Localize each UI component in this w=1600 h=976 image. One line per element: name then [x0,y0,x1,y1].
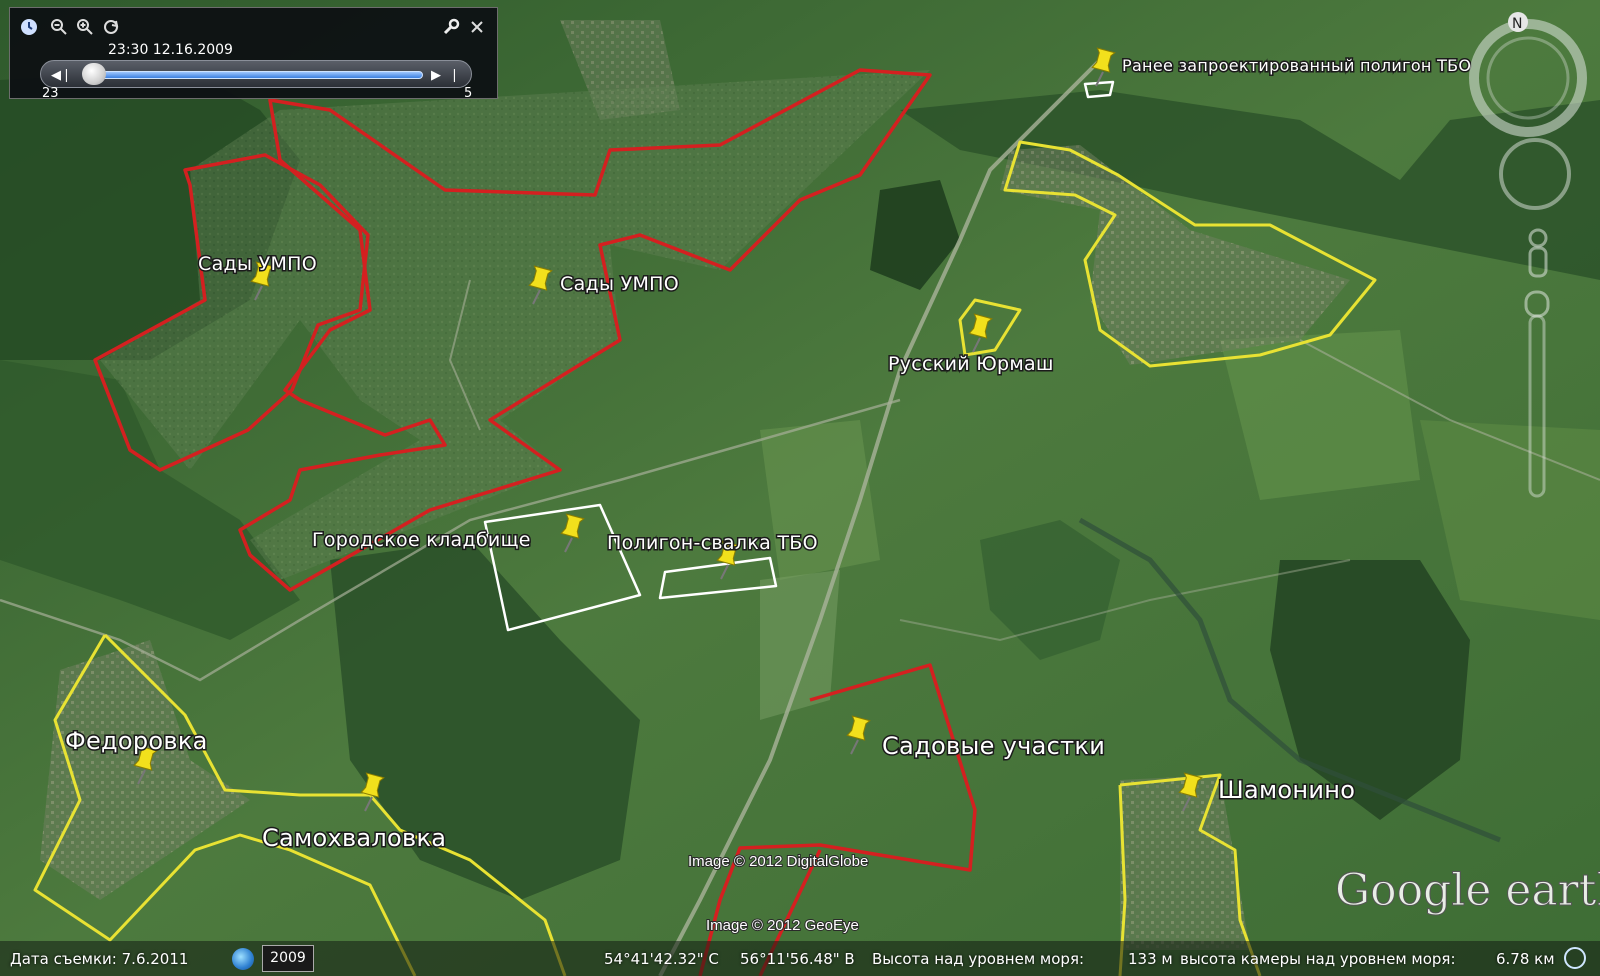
play-end-icon[interactable]: ❘ [449,67,460,83]
label-fedorovka[interactable]: Федоровка [64,726,209,757]
close-icon[interactable] [466,16,488,38]
elevation-label: Высота над уровнем моря: [872,950,1085,968]
satellite-map[interactable]: Сады УМПО Сады УМПО Русский Юрмаш Ранее … [0,0,1600,976]
eye-altitude-label: высота камеры над уровнем моря: [1180,950,1456,968]
zoom-in-icon[interactable] [74,16,96,38]
credit-geoeye: Image © 2012 GeoEye [706,917,859,934]
time-range-bar[interactable] [101,71,423,79]
label-sady-umpo-center[interactable]: Сады УМПО [559,272,681,297]
eye-altitude-value: 6.78 км [1496,950,1555,968]
historical-imagery-icon[interactable] [232,948,254,970]
step-back-icon[interactable]: ◀❘ [51,67,72,83]
clock-icon[interactable] [18,16,40,38]
zoom-slider-icon[interactable] [1524,290,1550,498]
time-slider-panel: 23:30 12.16.2009 ◀❘ ▶ ❘ 23 5 [9,7,498,101]
status-bar: Дата съемки: 7.6.2011 2009 54°41'42.32" … [0,941,1600,976]
capture-date: Дата съемки: 7.6.2011 [10,950,189,968]
label-cemetery[interactable]: Городское кладбище [311,528,532,553]
time-tick-end: 5 [464,86,473,101]
label-shamonino[interactable]: Шамонино [1217,775,1357,806]
status-globe-icon[interactable] [1564,947,1586,969]
label-landfill[interactable]: Полигон-свалка ТБО [606,531,820,556]
longitude: 56°11'56.48" В [740,950,855,968]
settings-wrench-icon[interactable] [440,16,462,38]
north-indicator[interactable]: N [1508,12,1528,32]
label-russky-yurmash[interactable]: Русский Юрмаш [887,352,1055,377]
navigation-controls: N [1469,12,1587,498]
pegman-icon[interactable] [1528,228,1548,278]
zoom-out-icon[interactable] [48,16,70,38]
time-slider-handle[interactable] [82,63,106,85]
imagery-year[interactable]: 2009 [262,945,314,972]
compass-ring-icon[interactable] [1469,19,1587,137]
latitude: 54°41'42.32" С [604,950,719,968]
google-earth-logo: Google earth [1335,865,1600,916]
label-planned-landfill[interactable]: Ранее запроектированный полигон ТБО [1121,55,1473,77]
label-sady-umpo-left[interactable]: Сады УМПО [197,252,319,277]
step-forward-icon[interactable]: ▶ [431,67,441,83]
time-tick-start: 23 [42,86,59,101]
animate-icon[interactable] [100,16,122,38]
credit-digitalglobe: Image © 2012 DigitalGlobe [688,853,868,870]
label-garden-plots[interactable]: Садовые участки [881,731,1107,762]
label-samokhvalovka[interactable]: Самохваловка [261,823,448,854]
time-stamp: 23:30 12.16.2009 [108,42,233,58]
move-joystick-icon[interactable] [1499,138,1571,210]
elevation-value: 133 м [1128,950,1173,968]
svg-text:N: N [1512,16,1522,32]
time-slider-track[interactable]: ◀❘ ▶ ❘ [40,60,472,88]
